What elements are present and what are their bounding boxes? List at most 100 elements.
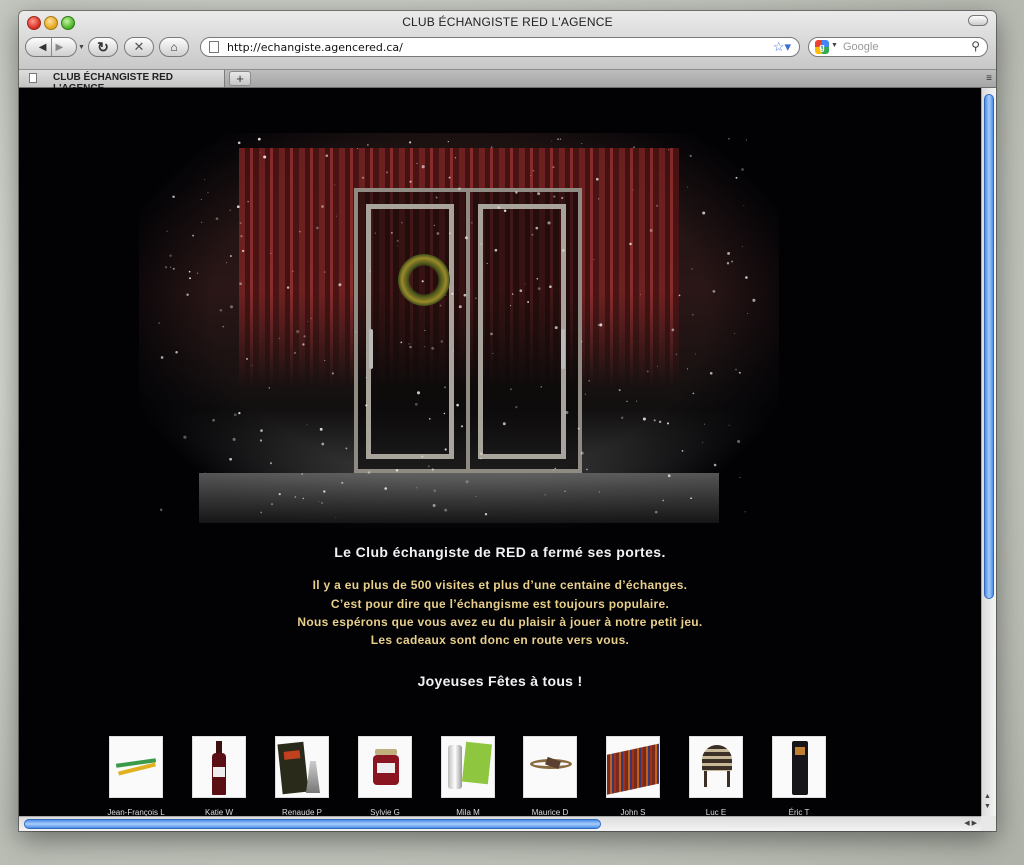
- snowflake: [598, 491, 600, 493]
- wine-bottle-icon[interactable]: [192, 736, 246, 798]
- snowflake: [212, 418, 215, 422]
- knit-hat-icon[interactable]: [689, 736, 743, 798]
- snowflake: [731, 260, 734, 263]
- snowflake: [331, 372, 334, 375]
- gift-item[interactable]: Renaude P: [262, 736, 342, 816]
- snowflake: [726, 261, 730, 265]
- new-tab-button[interactable]: +: [229, 71, 251, 86]
- snowflake: [734, 333, 736, 334]
- history-caret-icon[interactable]: ▼: [78, 44, 85, 51]
- snowflake: [540, 386, 542, 388]
- snowflake: [345, 447, 348, 450]
- toolbar-toggle-button[interactable]: [968, 15, 988, 26]
- snowflake: [278, 492, 281, 496]
- snowflake: [432, 504, 436, 507]
- snowflake: [302, 497, 304, 500]
- home-button[interactable]: ⌂: [159, 37, 189, 57]
- back-icon[interactable]: ◀: [39, 42, 47, 53]
- snowflake: [689, 154, 692, 158]
- snowflake: [251, 364, 253, 366]
- gift-item[interactable]: Maurice D: [510, 736, 590, 816]
- book-vase-icon[interactable]: [275, 736, 329, 798]
- snowflake: [292, 270, 294, 272]
- bottle-tube-icon[interactable]: [772, 736, 826, 798]
- tab-club-echangiste[interactable]: CLUB ÉCHANGISTE RED L'AGENCE: [19, 70, 225, 94]
- gift-item[interactable]: Luc E: [676, 736, 756, 816]
- snowflake: [636, 400, 638, 402]
- snowflake: [192, 234, 195, 237]
- vertical-scrollbar[interactable]: ▲ ▼: [981, 88, 996, 816]
- snowflake: [428, 417, 431, 420]
- snowflake: [335, 215, 337, 217]
- snowflake: [535, 226, 539, 230]
- resize-corner[interactable]: [981, 816, 996, 831]
- address-bar[interactable]: http://echangiste.agencered.ca/ ☆▾: [200, 37, 800, 57]
- snowflake: [306, 424, 308, 426]
- search-icon[interactable]: ⚲: [971, 39, 980, 53]
- search-placeholder[interactable]: Google: [843, 41, 878, 53]
- gift-item[interactable]: Katie W: [179, 736, 259, 816]
- snowflake: [668, 149, 670, 151]
- gift-item[interactable]: Mila M: [428, 736, 508, 816]
- snowflake: [633, 146, 635, 149]
- gift-item[interactable]: Sylvie G: [345, 736, 425, 816]
- page-content: Le Club échangiste de RED a fermé ses po…: [19, 88, 981, 816]
- recipient-name: Renaude P: [281, 808, 323, 816]
- gift-item[interactable]: Éric T: [759, 736, 839, 816]
- gift-item[interactable]: Jean-François L: [96, 736, 176, 816]
- search-field[interactable]: g ▼ Google ⚲: [808, 37, 988, 57]
- striped-scarf-icon[interactable]: [606, 736, 660, 798]
- snowflake: [323, 490, 326, 493]
- horizontal-scroll-thumb[interactable]: [24, 819, 601, 829]
- storefront-photo: [139, 133, 779, 528]
- snowflake: [494, 248, 498, 252]
- snowflake: [323, 271, 326, 273]
- snowflake: [260, 511, 263, 514]
- snowflake: [452, 350, 454, 352]
- snowflake: [444, 508, 448, 512]
- snowflake: [629, 242, 632, 246]
- jam-jar-icon[interactable]: [358, 736, 412, 798]
- tab-list-icon[interactable]: ≡: [986, 73, 992, 84]
- url-text[interactable]: http://echangiste.agencered.ca/: [227, 41, 403, 54]
- vertical-scroll-thumb[interactable]: [984, 94, 994, 599]
- forward-icon[interactable]: ▶: [56, 42, 64, 53]
- recipient-name: Luc E: [705, 808, 727, 816]
- snowflake: [374, 232, 376, 234]
- snowflake: [436, 232, 440, 235]
- snowflake: [735, 368, 737, 371]
- snowflake: [238, 411, 241, 415]
- snowflake: [557, 138, 560, 141]
- snowflake: [662, 499, 665, 502]
- snowflake: [335, 517, 337, 518]
- snowflake: [416, 162, 418, 165]
- pencils-icon[interactable]: [109, 736, 163, 798]
- snowflake: [188, 270, 191, 273]
- snowflake: [451, 292, 454, 295]
- scroll-arrows-icon[interactable]: ▲ ▼: [984, 792, 991, 812]
- snowflake: [532, 169, 535, 172]
- bookmark-star-icon[interactable]: ☆▾: [773, 39, 791, 55]
- snowflake: [169, 254, 172, 257]
- scroll-arrows-icon[interactable]: ◀ ▶: [964, 819, 977, 827]
- google-icon[interactable]: g: [815, 40, 829, 54]
- snowflake: [365, 377, 367, 379]
- snowflake: [200, 198, 202, 200]
- shaker-icon[interactable]: [441, 736, 495, 798]
- snowflake: [189, 277, 191, 280]
- search-engine-caret-icon[interactable]: ▼: [831, 42, 838, 49]
- horizontal-scrollbar[interactable]: ◀ ▶: [19, 816, 981, 831]
- snowflake: [524, 283, 526, 285]
- snowflake: [703, 423, 706, 425]
- snowflake: [361, 176, 365, 180]
- snowflake: [709, 371, 713, 375]
- recipient-name: Katie W: [204, 808, 233, 816]
- snowflake: [553, 195, 556, 198]
- reload-button[interactable]: ↻: [88, 37, 118, 57]
- snowflake: [241, 249, 245, 253]
- bracelet-icon[interactable]: [523, 736, 577, 798]
- stop-button[interactable]: ✕: [124, 37, 154, 57]
- snowflake: [427, 465, 430, 468]
- gift-item[interactable]: John S: [593, 736, 673, 816]
- snowflake: [530, 191, 532, 193]
